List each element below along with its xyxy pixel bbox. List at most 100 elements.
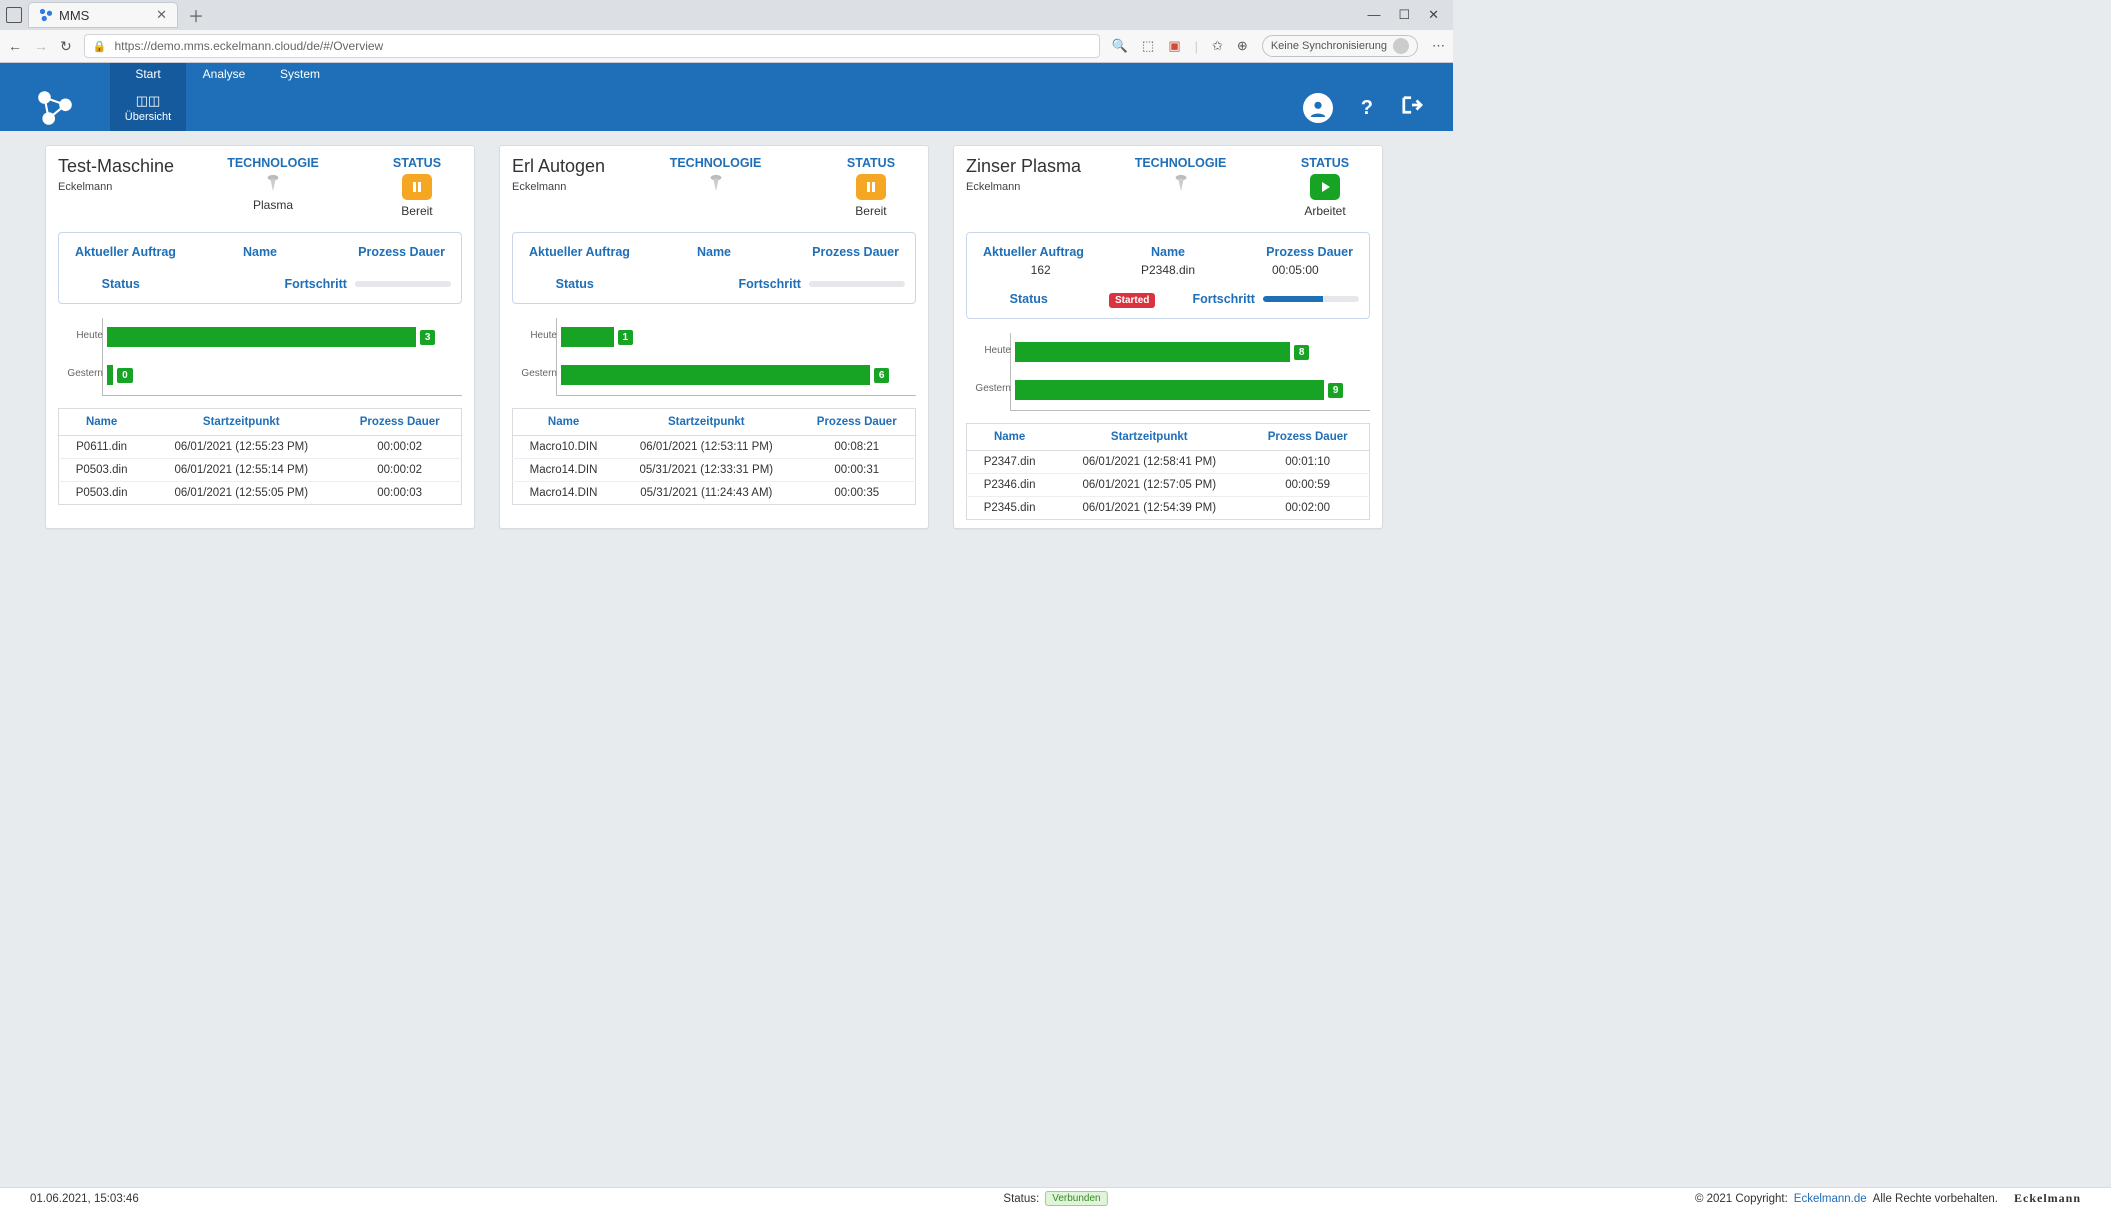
job-name: P2348.din: [1104, 263, 1231, 277]
col-dauer: Prozess Dauer: [1246, 424, 1369, 451]
table-row: P2346.din06/01/2021 (12:57:05 PM)00:00:5…: [967, 474, 1370, 497]
tech-header: TECHNOLOGIE: [1135, 156, 1227, 170]
progress-bar: [355, 281, 451, 287]
table-row: P2345.din06/01/2021 (12:54:39 PM)00:02:0…: [967, 497, 1370, 520]
status-pill: [1310, 174, 1340, 200]
bar-heute: [107, 327, 416, 347]
sync-status[interactable]: Keine Synchronisierung: [1262, 35, 1418, 57]
col-start: Startzeitpunkt: [614, 409, 798, 436]
new-tab-button[interactable]: ＋: [184, 3, 208, 27]
tab-title: MMS: [59, 8, 89, 23]
bar-value-heute: 1: [618, 330, 634, 345]
browser-tab[interactable]: MMS ✕: [28, 2, 178, 28]
logout-button[interactable]: [1401, 95, 1423, 121]
browser-chrome: MMS ✕ ＋ — ☐ ✕ ← → ↻ 🔒 https://demo.mms.e…: [0, 0, 1453, 63]
chart-label-gestern: Gestern: [517, 368, 557, 379]
status-header: STATUS: [847, 156, 895, 170]
current-job-box: Aktueller Auftrag Name Prozess Dauer 162…: [966, 232, 1370, 319]
status-pill: [856, 174, 886, 200]
status-value: Bereit: [401, 204, 432, 218]
refresh-button[interactable]: ↻: [60, 38, 72, 55]
col-name: Name: [967, 424, 1053, 451]
nav-tab-analyse[interactable]: Analyse: [186, 63, 262, 85]
bar-value-gestern: 0: [117, 368, 133, 383]
app-header: Start Analyse System ◫◫ Übersicht ?: [0, 63, 1453, 131]
footer-datetime: 01.06.2021, 15:03:46: [30, 1193, 139, 1205]
footer-status-label: Status:: [1003, 1193, 1039, 1205]
machine-card: Test-Maschine Eckelmann TECHNOLOGIE Plas…: [45, 145, 475, 529]
machine-title: Erl Autogen: [512, 156, 605, 177]
tech-header: TECHNOLOGIE: [670, 156, 762, 170]
status-value: Bereit: [855, 204, 886, 218]
footer: 01.06.2021, 15:03:46 Status: Verbunden ©…: [0, 1187, 2111, 1209]
window-minimize-icon[interactable]: —: [1367, 7, 1380, 23]
bar-value-heute: 8: [1294, 345, 1310, 360]
status-badge: Started: [1109, 293, 1155, 308]
copyright-link[interactable]: Eckelmann.de: [1794, 1193, 1867, 1205]
address-bar[interactable]: 🔒 https://demo.mms.eckelmann.cloud/de/#/…: [84, 34, 1100, 58]
overview-icon: ◫◫: [136, 93, 161, 109]
torch-icon: [1174, 174, 1188, 194]
nav-tab-start[interactable]: Start: [110, 63, 186, 85]
chart-label-gestern: Gestern: [971, 383, 1011, 394]
col-name: Name: [59, 409, 145, 436]
daily-chart: Heute 8 Gestern 9: [1010, 333, 1370, 411]
logout-icon: [1401, 95, 1423, 115]
window-close-icon[interactable]: ✕: [1428, 7, 1439, 23]
nav-tab-system[interactable]: System: [262, 63, 338, 85]
logo-icon: [34, 87, 76, 129]
profile-icon: [1393, 38, 1409, 54]
col-start: Startzeitpunkt: [144, 409, 338, 436]
chart-label-heute: Heute: [517, 330, 557, 341]
chart-label-gestern: Gestern: [63, 368, 103, 379]
tab-preview-icon[interactable]: [6, 7, 22, 23]
history-table: Name Startzeitpunkt Prozess Dauer Macro1…: [512, 408, 916, 505]
torch-icon: [266, 174, 280, 194]
status-header: STATUS: [393, 156, 441, 170]
subtab-uebersicht[interactable]: ◫◫ Übersicht: [110, 85, 186, 131]
machine-title: Test-Maschine: [58, 156, 174, 177]
tech-value: Plasma: [253, 198, 293, 212]
bar-heute: [1015, 342, 1290, 362]
screenshot-icon[interactable]: ▣: [1168, 38, 1180, 54]
job-duration: 00:05:00: [1232, 263, 1359, 277]
collections-icon[interactable]: ⊕: [1237, 38, 1248, 54]
bar-gestern: [1015, 380, 1324, 400]
daily-chart: Heute 3 Gestern 0: [102, 318, 462, 396]
zoom-icon[interactable]: 🔍: [1112, 38, 1128, 54]
history-table: Name Startzeitpunkt Prozess Dauer P0611.…: [58, 408, 462, 505]
back-button[interactable]: ←: [8, 38, 22, 54]
bar-value-gestern: 6: [874, 368, 890, 383]
bar-value-gestern: 9: [1328, 383, 1344, 398]
progress-bar: [809, 281, 905, 287]
close-icon[interactable]: ✕: [156, 7, 167, 23]
help-button[interactable]: ?: [1361, 97, 1373, 120]
favicon-icon: [39, 8, 53, 22]
machine-card: Erl Autogen Eckelmann TECHNOLOGIE STATUS…: [499, 145, 929, 529]
app-logo[interactable]: [0, 85, 110, 131]
col-dauer: Prozess Dauer: [338, 409, 461, 436]
table-row: P0611.din06/01/2021 (12:55:23 PM)00:00:0…: [59, 436, 462, 459]
machine-title: Zinser Plasma: [966, 156, 1081, 177]
table-row: P0503.din06/01/2021 (12:55:14 PM)00:00:0…: [59, 459, 462, 482]
job-id: 162: [977, 263, 1104, 277]
status-header: STATUS: [1301, 156, 1349, 170]
translate-icon[interactable]: ⬚: [1142, 38, 1154, 54]
favorites-icon[interactable]: ✩: [1212, 38, 1223, 54]
machine-card: Zinser Plasma Eckelmann TECHNOLOGIE STAT…: [953, 145, 1383, 529]
status-value: Arbeitet: [1304, 204, 1345, 218]
current-job-box: Aktueller Auftrag Name Prozess Dauer Sta…: [512, 232, 916, 304]
user-avatar[interactable]: [1303, 93, 1333, 123]
table-row: Macro10.DIN06/01/2021 (12:53:11 PM)00:08…: [513, 436, 916, 459]
menu-icon[interactable]: ⋯: [1432, 38, 1445, 54]
chart-label-heute: Heute: [63, 330, 103, 341]
window-maximize-icon[interactable]: ☐: [1398, 7, 1410, 23]
user-icon: [1309, 99, 1327, 117]
dashboard-content: Test-Maschine Eckelmann TECHNOLOGIE Plas…: [0, 131, 1453, 529]
table-row: Macro14.DIN05/31/2021 (11:24:43 AM)00:00…: [513, 482, 916, 505]
torch-icon: [709, 174, 723, 194]
brand-label: Eckelmann: [2014, 1191, 2081, 1206]
forward-button: →: [34, 38, 48, 54]
col-dauer: Prozess Dauer: [798, 409, 915, 436]
url-text: https://demo.mms.eckelmann.cloud/de/#/Ov…: [114, 39, 383, 53]
